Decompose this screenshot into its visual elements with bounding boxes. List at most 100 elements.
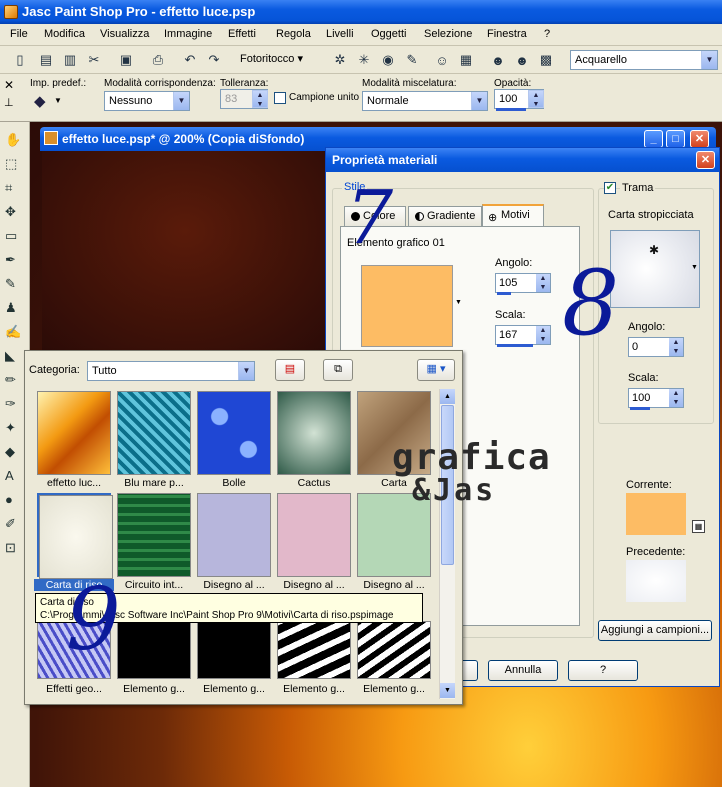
retouch-icon[interactable]: ✍ [5, 324, 21, 340]
close-dialog-button[interactable]: ✕ [696, 151, 715, 169]
pattern-thumb[interactable] [117, 621, 191, 679]
redo-icon[interactable]: ↷ [204, 50, 224, 70]
chevron-down-icon[interactable]: ▼ [54, 96, 62, 105]
pattern-thumb-selected[interactable] [37, 493, 113, 579]
preset-dropdown[interactable]: Acquarello ▼ [570, 50, 718, 70]
clone-brush-icon[interactable]: ♟ [5, 300, 17, 316]
flood-fill-icon[interactable]: ◆ [5, 444, 15, 460]
swap-icon[interactable]: ▦ [692, 520, 705, 533]
texture-scale-slider[interactable] [630, 407, 650, 410]
pattern-thumb[interactable] [197, 391, 271, 475]
menu-selezione[interactable]: Selezione [424, 28, 472, 40]
pattern-thumb[interactable] [277, 493, 351, 577]
pen-tool-icon[interactable]: ✐ [5, 516, 16, 532]
close-document-button[interactable]: ✕ [690, 130, 709, 148]
menu-effetti[interactable]: Effetti [228, 28, 256, 40]
minimize-button[interactable]: _ [644, 130, 663, 148]
opacity-slider[interactable] [496, 108, 526, 111]
pan-tool-icon[interactable]: ✋ [5, 132, 21, 148]
pattern-thumb[interactable] [37, 391, 111, 475]
portrait-icon[interactable]: ☺ [432, 50, 452, 70]
new-file-icon[interactable]: ▯ [10, 50, 30, 70]
scale-input[interactable]: 167 ▲ ▼ [495, 325, 551, 345]
pattern-thumb[interactable] [197, 493, 271, 577]
sparkle-icon[interactable]: ✲ [330, 50, 350, 70]
sparkle2-icon[interactable]: ✳ [354, 50, 374, 70]
view-options-button[interactable]: ▤ [275, 359, 305, 381]
brush-icon[interactable]: ✎ [402, 50, 422, 70]
menu-file[interactable]: File [10, 28, 28, 40]
texture-scale-spinner[interactable]: ▲ ▼ [669, 389, 683, 407]
maximize-button[interactable]: □ [666, 130, 685, 148]
menu-help[interactable]: ? [544, 28, 550, 40]
selection-tool-icon[interactable]: ⬚ [5, 156, 17, 172]
print-icon[interactable]: ⎙ [148, 50, 168, 70]
text-tool-icon[interactable]: A [5, 468, 14, 483]
paint-brush-icon[interactable]: ✎ [5, 276, 16, 292]
thumbnail-view-button[interactable]: ▦ ▾ [417, 359, 455, 381]
move-tool-icon[interactable]: ✥ [5, 204, 16, 220]
photo-fix-dropdown[interactable]: Fotoritocco ▾ [236, 50, 320, 70]
red-eye-icon[interactable]: ◉ [378, 50, 398, 70]
opacity-spinner[interactable]: ▲ ▼ [528, 90, 544, 108]
cancel-button[interactable]: Annulla [488, 660, 558, 681]
scroll-down-icon[interactable]: ▼ [440, 683, 455, 698]
pattern-scrollbar[interactable]: ▲ ▼ [439, 389, 455, 699]
texture-angle-input[interactable]: 0 ▲ ▼ [628, 337, 684, 357]
menu-modifica[interactable]: Modifica [44, 28, 85, 40]
tab-motivi[interactable]: ⊕ Motivi [482, 204, 544, 226]
pattern-thumb[interactable] [277, 621, 351, 679]
tolerance-spinner[interactable]: ▲ ▼ [252, 90, 268, 108]
pattern-thumb[interactable] [117, 493, 191, 577]
people2-icon[interactable]: ☻ [512, 50, 532, 70]
sample-merged-checkbox[interactable] [274, 92, 286, 104]
open-file-icon[interactable]: ▤ [36, 50, 56, 70]
scale-slider[interactable] [497, 344, 533, 347]
chevron-down-icon[interactable]: ▼ [455, 299, 462, 306]
previous-swatch[interactable] [626, 560, 686, 602]
pattern-thumb[interactable] [277, 391, 351, 475]
menu-oggetti[interactable]: Oggetti [371, 28, 406, 40]
pattern-preview[interactable] [361, 265, 453, 347]
menu-livelli[interactable]: Livelli [326, 28, 354, 40]
texture-scale-input[interactable]: 100 ▲ ▼ [628, 388, 684, 408]
copy-pattern-button[interactable]: ⧉ [323, 359, 353, 381]
picture-tube-icon[interactable]: ✏ [5, 372, 16, 388]
chevron-down-icon[interactable]: ▼ [691, 264, 698, 271]
angle-spinner[interactable]: ▲ ▼ [536, 274, 550, 292]
angle-slider[interactable] [497, 292, 511, 295]
match-mode-dropdown[interactable]: Nessuno ▼ [104, 91, 190, 111]
people-icon[interactable]: ☻ [488, 50, 508, 70]
add-to-swatches-button[interactable]: Aggiungi a campioni... [598, 620, 712, 641]
menu-immagine[interactable]: Immagine [164, 28, 212, 40]
dropper-icon[interactable]: ✒ [5, 252, 16, 268]
help-button[interactable]: ? [568, 660, 638, 681]
angle-input[interactable]: 105 ▲ ▼ [495, 273, 551, 293]
image-icon[interactable]: ▦ [456, 50, 476, 70]
save-icon[interactable]: ▣ [116, 50, 136, 70]
texture-angle-spinner[interactable]: ▲ ▼ [669, 338, 683, 356]
rect-selection-icon[interactable]: ▭ [5, 228, 17, 244]
picture-icon[interactable]: ▩ [536, 50, 556, 70]
category-dropdown[interactable]: Tutto ▼ [87, 361, 255, 381]
scale-spinner[interactable]: ▲ ▼ [536, 326, 550, 344]
texture-checkbox[interactable]: ✔ [604, 182, 616, 194]
scissors-icon[interactable]: ✂ [84, 50, 104, 70]
tab-gradiente[interactable]: Gradiente [408, 206, 482, 226]
pattern-thumb[interactable] [197, 621, 271, 679]
undo-icon[interactable]: ↶ [180, 50, 200, 70]
warp-brush-icon[interactable]: ✦ [5, 420, 16, 436]
pattern-thumb[interactable] [117, 391, 191, 475]
texture-preview[interactable]: ✱ [610, 230, 700, 308]
menu-visualizza[interactable]: Visualizza [100, 28, 149, 40]
pin-icon[interactable]: ⊥ [4, 96, 14, 109]
browse-icon[interactable]: ▥ [60, 50, 80, 70]
menu-finestra[interactable]: Finestra [487, 28, 527, 40]
scroll-up-icon[interactable]: ▲ [440, 389, 455, 404]
close-options-icon[interactable]: ✕ [4, 78, 14, 92]
fill-bucket-icon[interactable]: ◆ [34, 92, 46, 110]
menu-regola[interactable]: Regola [276, 28, 311, 40]
airbrush-icon[interactable]: ✑ [5, 396, 16, 412]
eraser-icon[interactable]: ◣ [5, 348, 15, 364]
blend-mode-dropdown[interactable]: Normale ▼ [362, 91, 488, 111]
